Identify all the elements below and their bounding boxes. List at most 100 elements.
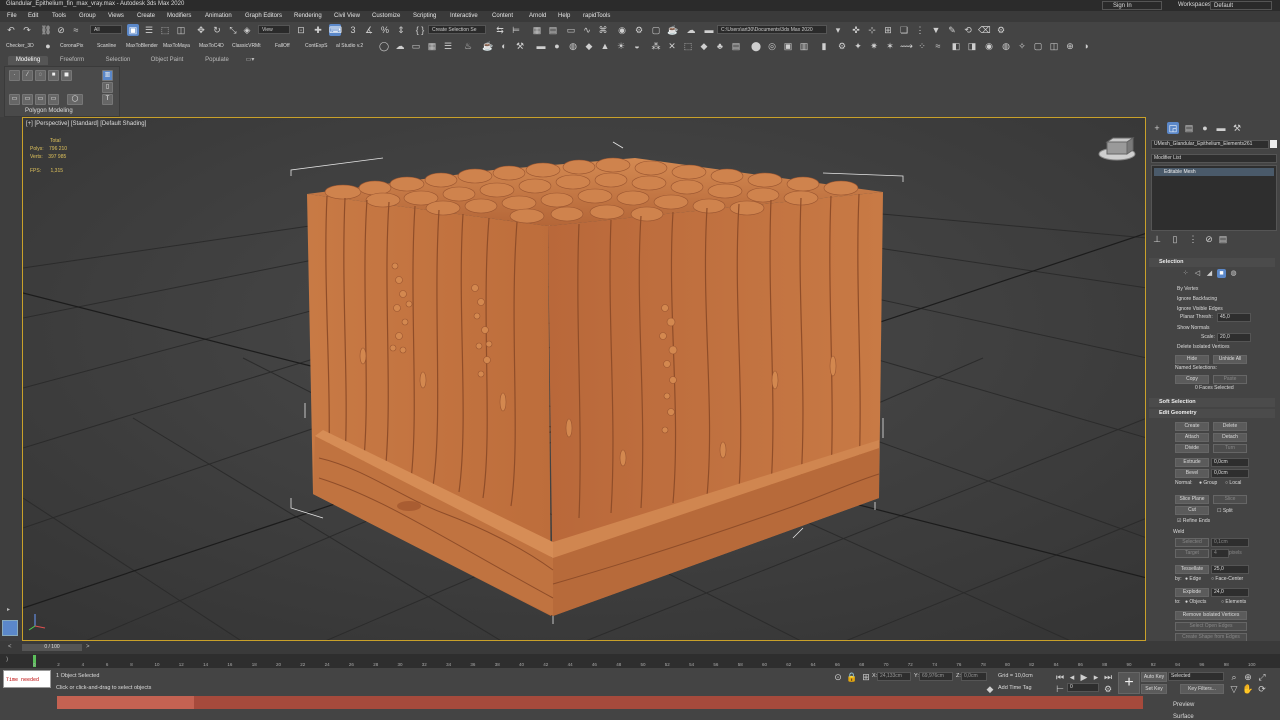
dome-icon[interactable]: ◒ bbox=[631, 40, 643, 52]
perspective-viewport[interactable]: [+] [Perspective] [Standard] [Default Sh… bbox=[22, 117, 1146, 641]
menu-rapidtools[interactable]: rapidTools bbox=[583, 13, 610, 19]
x-coordinate-field[interactable]: 24,133cm bbox=[877, 672, 911, 681]
rapidtools-pivot-icon[interactable]: ⊹ bbox=[866, 24, 878, 36]
current-frame-field[interactable]: 0 bbox=[1067, 683, 1099, 692]
turn-button[interactable]: Turn bbox=[1213, 444, 1247, 453]
unhide-all-button[interactable]: Unhide All bbox=[1213, 355, 1247, 364]
reference-coordinate-dropdown[interactable]: View bbox=[258, 25, 290, 34]
ocean-icon[interactable]: ≈ bbox=[932, 40, 944, 52]
attach-button[interactable]: Attach bbox=[1175, 433, 1209, 442]
remove-isolated-vertices-button[interactable]: Remove Isolated Vertices bbox=[1175, 611, 1247, 620]
weld-target-button[interactable]: Target bbox=[1175, 549, 1209, 558]
tab-populate[interactable]: Populate bbox=[197, 56, 237, 65]
object-name-field[interactable]: UMesh_Glandular_Epithelium_Elements261 bbox=[1151, 140, 1269, 149]
record-icon[interactable]: ◉ bbox=[983, 40, 995, 52]
menu-modifiers[interactable]: Modifiers bbox=[167, 13, 191, 19]
normal-local-radio[interactable]: ○ Local bbox=[1225, 480, 1241, 486]
named-selection-sets-dropdown[interactable]: Create Selection Se bbox=[428, 25, 486, 34]
percent-snap-icon[interactable]: % bbox=[379, 24, 391, 36]
list-icon[interactable]: ☰ bbox=[442, 40, 454, 52]
tessellate-tension-spinner[interactable]: 25,0 bbox=[1211, 565, 1249, 574]
rapidtools-move-icon[interactable]: ✜ bbox=[850, 24, 862, 36]
modifier-list-dropdown[interactable]: Modifier List bbox=[1151, 154, 1277, 163]
plugin-coronapix[interactable]: CoronaPix bbox=[60, 43, 83, 49]
time-slider-next-icon[interactable]: > bbox=[86, 644, 90, 650]
polygon-modeling-label[interactable]: Polygon Modeling bbox=[25, 108, 73, 114]
next-frame-icon[interactable]: ▸ bbox=[1090, 671, 1102, 683]
menu-graph-editors[interactable]: Graph Editors bbox=[245, 13, 282, 19]
grid-icon[interactable]: ▦ bbox=[426, 40, 438, 52]
normals-scale-spinner[interactable]: 20,0 bbox=[1217, 333, 1251, 342]
liquid-icon[interactable]: ✶ bbox=[884, 40, 896, 52]
crosshair-icon[interactable]: ⊕ bbox=[1064, 40, 1076, 52]
y-coordinate-field[interactable]: 69,976cm bbox=[919, 672, 953, 681]
extrude-amount-spinner[interactable]: 0,0cm bbox=[1211, 458, 1249, 467]
settings-icon[interactable]: ◯ bbox=[67, 94, 83, 105]
render-setup-icon[interactable]: ⚙ bbox=[633, 24, 645, 36]
rapidtools-snap-icon[interactable]: ⊞ bbox=[882, 24, 894, 36]
track-bar[interactable]: ⟩ 0 2 4 6 8 10 12 14 16 18 20 22 24 26 28 30 32 34 36 38 40 4… bbox=[0, 654, 1280, 668]
edit-geometry-rollout-header[interactable]: Edit Geometry bbox=[1149, 409, 1275, 418]
copy-button[interactable]: Copy bbox=[1175, 375, 1209, 384]
grow-icon[interactable]: ▭ bbox=[9, 94, 20, 105]
layout-tab-icon[interactable] bbox=[2, 620, 18, 636]
proxy-icon[interactable]: ✕ bbox=[666, 40, 678, 52]
show-normals-checkbox[interactable]: Show Normals bbox=[1177, 325, 1210, 331]
placement-icon[interactable]: ◈ bbox=[241, 24, 253, 36]
delete-isolated-vertices-checkbox[interactable]: Delete Isolated Vertices bbox=[1177, 344, 1230, 350]
refine-ends-checkbox[interactable]: ☑ Refine Ends bbox=[1177, 518, 1210, 524]
vertex-subobject-icon[interactable]: ⁘ bbox=[1181, 269, 1190, 278]
lamp-icon[interactable]: ♨ bbox=[462, 40, 474, 52]
pivot-center-icon[interactable]: ⊡ bbox=[295, 24, 307, 36]
planar-thresh-spinner[interactable]: 45,0 bbox=[1217, 313, 1251, 322]
set-key-button[interactable]: Set Key bbox=[1141, 684, 1167, 694]
time-config-icon[interactable]: ⚙ bbox=[1102, 683, 1114, 695]
weld-threshold-spinner[interactable]: 0,1cm bbox=[1211, 538, 1249, 547]
teapot-icon[interactable]: ☕ bbox=[482, 40, 494, 52]
ribbon-options-icon[interactable]: ▭▾ bbox=[243, 56, 257, 65]
keyboard-shortcut-override-icon[interactable]: ⌨ bbox=[329, 24, 342, 36]
menu-create[interactable]: Create bbox=[137, 13, 155, 19]
redo-icon[interactable]: ↷ bbox=[21, 24, 33, 36]
window-crossing-icon[interactable]: ◫ bbox=[175, 24, 187, 36]
workspace-select[interactable]: Default bbox=[1210, 1, 1272, 10]
plugin-scanline[interactable]: Scanline bbox=[97, 43, 116, 49]
window-icon[interactable]: ◫ bbox=[1048, 40, 1060, 52]
plugin-checker3d[interactable]: Checker_3D bbox=[6, 43, 34, 49]
particle-icon[interactable]: ⁘ bbox=[916, 40, 928, 52]
bulb-icon[interactable]: ◐ bbox=[498, 40, 510, 52]
create-button[interactable]: Create bbox=[1175, 422, 1209, 431]
divide-button[interactable]: Divide bbox=[1175, 444, 1209, 453]
zoom-icon[interactable]: ⌕ bbox=[1228, 671, 1240, 683]
ignore-visible-edges-checkbox[interactable]: Ignore Visible Edges bbox=[1177, 306, 1223, 312]
hide-button[interactable]: Hide bbox=[1175, 355, 1209, 364]
create-tab-icon[interactable]: + bbox=[1151, 122, 1163, 134]
play-icon[interactable]: ▶ bbox=[1078, 671, 1090, 683]
viewport-label[interactable]: [+] [Perspective] [Standard] [Default Sh… bbox=[26, 121, 146, 127]
hierarchy-tab-icon[interactable]: ▤ bbox=[1183, 122, 1195, 134]
slice-button[interactable]: Slice bbox=[1213, 495, 1247, 504]
scale-icon[interactable]: ⤡ bbox=[227, 24, 239, 36]
bevel-button[interactable]: Bevel bbox=[1175, 469, 1209, 478]
rapidtools-paint-icon[interactable]: ✎ bbox=[946, 24, 958, 36]
vertex-mode-icon[interactable]: · bbox=[9, 70, 20, 81]
menu-interactive[interactable]: Interactive bbox=[450, 13, 478, 19]
extrude-button[interactable]: Extrude bbox=[1175, 458, 1209, 467]
maxscript-listener[interactable]: Time needed bbox=[3, 670, 51, 688]
bind-spacewarp-icon[interactable]: ≈ bbox=[70, 24, 82, 36]
fur-icon[interactable]: ⁂ bbox=[650, 40, 662, 52]
menu-content[interactable]: Content bbox=[492, 13, 513, 19]
select-object-icon[interactable]: ▣ bbox=[127, 24, 139, 36]
shrink-icon[interactable]: ▭ bbox=[22, 94, 33, 105]
toggle-ribbon-icon[interactable]: ▭ bbox=[565, 24, 577, 36]
plugin-maxtoblender[interactable]: MaxToBlender bbox=[126, 43, 158, 49]
toggle-layer-explorer-icon[interactable]: ▤ bbox=[547, 24, 559, 36]
explode-angle-spinner[interactable]: 24,0 bbox=[1211, 588, 1249, 597]
paste-button[interactable]: Paste bbox=[1213, 375, 1247, 384]
link-icon[interactable]: ⛓ bbox=[40, 24, 52, 36]
expand-arrow-icon[interactable]: ▸ bbox=[7, 606, 10, 613]
curve-editor-icon[interactable]: ∿ bbox=[581, 24, 593, 36]
split-checkbox[interactable]: ☐ Split bbox=[1217, 508, 1233, 514]
tessellate-face-center-radio[interactable]: ○ Face-Center bbox=[1211, 576, 1243, 582]
rectangular-selection-icon[interactable]: ⬚ bbox=[159, 24, 171, 36]
